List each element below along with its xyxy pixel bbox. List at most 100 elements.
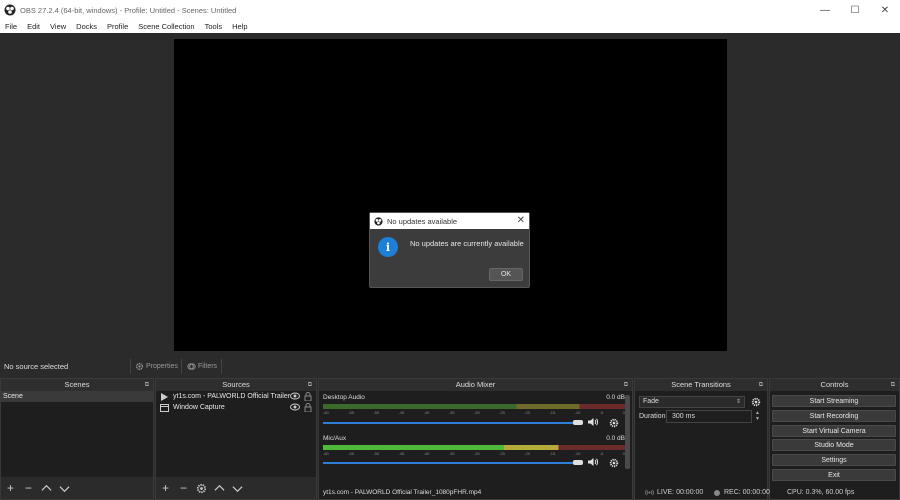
speaker-icon[interactable] [587, 457, 599, 467]
undock-icon[interactable]: ⧉ [624, 379, 628, 391]
source-item[interactable]: yt1s.com - PALWORLD Official Trailer [156, 391, 316, 402]
duration-input[interactable]: 300 ms [666, 410, 752, 423]
channel-db: 0.0 dB [606, 394, 625, 401]
no-source-label: No source selected [4, 362, 69, 371]
start-virtual-camera-button[interactable]: Start Virtual Camera [772, 425, 896, 437]
dialog-title: No updates available [387, 216, 458, 226]
toolbar-divider [221, 359, 222, 374]
sources-dock-header: Sources ⧉ [156, 379, 316, 391]
menu-profile[interactable]: Profile [102, 22, 133, 31]
menu-help[interactable]: Help [227, 22, 252, 31]
properties-button[interactable]: Properties [135, 359, 178, 374]
live-timer: LIVE: 00:00:00 [657, 489, 704, 496]
scene-item[interactable]: Scene [1, 391, 153, 402]
sources-dock: Sources ⧉ yt1s.com - PALWORLD Official T… [155, 378, 317, 500]
volume-slider-handle[interactable] [573, 460, 583, 465]
gear-icon[interactable] [751, 397, 761, 407]
source-item[interactable]: Window Capture [156, 402, 316, 413]
menu-docks[interactable]: Docks [71, 22, 102, 31]
menu-tools[interactable]: Tools [200, 22, 228, 31]
play-icon [161, 392, 168, 401]
cpu-status: CPU: 0.3%, 60.00 fps [787, 489, 854, 496]
source-toolbar: No source selected Properties Filters [0, 357, 900, 376]
gear-icon[interactable] [609, 418, 619, 428]
menu-file[interactable]: File [0, 22, 22, 31]
minimize-button[interactable]: — [810, 0, 840, 20]
sources-dock-title: Sources [222, 380, 250, 389]
channel-name: Desktop Audio [323, 394, 365, 401]
maximize-button[interactable]: ☐ [840, 0, 870, 20]
undock-icon[interactable]: ⧉ [145, 379, 149, 391]
title-bar: OBS 27.2.4 (64-bit, windows) - Profile: … [0, 0, 900, 20]
dialog-title-bar: No updates available [370, 213, 529, 229]
rec-timer: REC: 00:00:00 [724, 489, 770, 496]
cpu-fps-readout: CPU: 0.3%, 60.00 fps [787, 489, 855, 496]
start-streaming-button[interactable]: Start Streaming [772, 395, 896, 407]
move-up-icon[interactable] [214, 483, 225, 494]
scenes-dock: Scenes ⧉ Scene + − [0, 378, 154, 500]
gear-icon [135, 362, 144, 371]
toolbar-divider [181, 359, 182, 374]
close-button[interactable]: ✕ [870, 0, 900, 20]
eye-icon[interactable] [290, 392, 300, 400]
audio-mixer-dock: Audio Mixer ⧉ Desktop Audio 0.0 dB -60 -5… [318, 378, 633, 500]
remove-scene-button[interactable]: − [23, 482, 34, 494]
ok-button[interactable]: OK [489, 268, 523, 281]
mixer-scrollbar[interactable] [625, 395, 630, 469]
menu-bar: File Edit View Docks Profile Scene Colle… [0, 20, 900, 33]
menu-scene-collection[interactable]: Scene Collection [133, 22, 199, 31]
chevron-updown-icon: ⇕ [735, 399, 741, 405]
undock-icon[interactable]: ⧉ [759, 379, 763, 391]
rec-status: REC: 00:00:00 [714, 489, 770, 496]
volume-slider[interactable] [323, 462, 581, 464]
transition-select[interactable]: Fade ⇕ [639, 396, 745, 408]
move-up-icon[interactable] [41, 483, 52, 494]
scenes-dock-header: Scenes ⧉ [1, 379, 153, 391]
speaker-icon[interactable] [587, 417, 599, 427]
settings-button[interactable]: Settings [772, 454, 896, 466]
controls-title: Controls [820, 380, 849, 389]
channel-name: Mic/Aux [323, 435, 347, 442]
preview-canvas[interactable] [174, 39, 727, 351]
volume-meter [323, 445, 625, 450]
move-down-icon[interactable] [59, 483, 70, 494]
menu-view[interactable]: View [45, 22, 71, 31]
add-source-button[interactable]: + [160, 482, 171, 494]
duration-stepper[interactable]: ▲ ▼ [753, 410, 762, 423]
gear-icon[interactable] [609, 458, 619, 468]
dialog-close-icon[interactable]: ✕ [517, 215, 525, 226]
undock-icon[interactable]: ⧉ [891, 379, 895, 391]
window-title: OBS 27.2.4 (64-bit, windows) - Profile: … [20, 5, 237, 15]
duration-label: Duration [639, 413, 666, 420]
scene-transitions-dock: Scene Transitions ⧉ Fade ⇕ Duration 300 … [634, 378, 768, 500]
undock-icon[interactable]: ⧉ [308, 379, 312, 391]
controls-header: Controls ⧉ [770, 379, 899, 391]
info-icon: i [378, 237, 398, 257]
start-recording-button[interactable]: Start Recording [772, 410, 896, 422]
source-item-label: Window Capture [173, 404, 225, 411]
gear-icon[interactable] [196, 483, 207, 494]
add-scene-button[interactable]: + [5, 482, 16, 494]
remove-source-button[interactable]: − [178, 482, 189, 494]
controls-dock: Controls ⧉ Start Streaming Start Recordi… [769, 378, 900, 500]
lock-icon[interactable] [304, 392, 312, 401]
volume-slider[interactable] [323, 422, 581, 424]
move-down-icon[interactable] [232, 483, 243, 494]
eye-icon[interactable] [290, 403, 300, 411]
channel-db: 0.0 dB [606, 435, 625, 442]
menu-edit[interactable]: Edit [22, 22, 45, 31]
transition-selected: Fade [643, 398, 659, 405]
lock-icon[interactable] [304, 403, 312, 412]
audio-mixer-header: Audio Mixer ⧉ [319, 379, 632, 391]
filters-button[interactable]: Filters [187, 359, 217, 374]
volume-slider-handle[interactable] [573, 420, 583, 425]
transitions-title: Scene Transitions [671, 380, 731, 389]
exit-button[interactable]: Exit [772, 469, 896, 481]
source-item-label: yt1s.com - PALWORLD Official Trailer [173, 393, 291, 400]
record-indicator-icon [714, 489, 720, 496]
studio-mode-button[interactable]: Studio Mode [772, 439, 896, 451]
filters-icon [187, 363, 196, 370]
live-status: LIVE: 00:00:00 [645, 489, 703, 496]
filters-label: Filters [198, 363, 218, 370]
window-controls: — ☐ ✕ [810, 0, 900, 20]
